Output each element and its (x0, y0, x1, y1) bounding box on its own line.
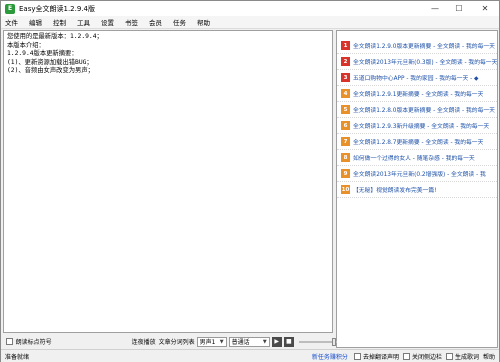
news-link[interactable]: 【无秘】视觉朗读发布完美一篇! (353, 185, 436, 194)
generate-lyrics-checkbox[interactable] (445, 352, 453, 360)
editor-line: 1.2.9.4版本更新摘要： (7, 50, 78, 57)
news-item[interactable]: 8 如何做一个过得的女人 - 随笔杂感 - 我的每一天 (337, 150, 497, 166)
play-button[interactable]: ▶ (271, 336, 282, 347)
news-item[interactable]: 9 全文朗读2013年元旦新(0.2增强版) - 全文朗读 - 我 (337, 166, 497, 182)
app-logo-icon: E (5, 3, 15, 14)
loop-play-label[interactable]: 连夜播放 (132, 337, 156, 346)
news-item[interactable]: 10 【无秘】视觉朗读发布完美一篇! (337, 182, 497, 198)
close-sidebar-checkbox[interactable] (402, 352, 410, 360)
maximize-button[interactable]: ☐ (447, 1, 471, 16)
news-item[interactable]: 3 五道口购物中心APP - 我的家园 - 我的每一天 - ◆ (337, 70, 497, 86)
editor-line: 您使用的是最新版本：1.2.9.4； (7, 33, 103, 40)
status-controls: 新任务赚积分 去掉翻译声明 关闭侧边栏 生成歌词 帮助 (312, 350, 497, 362)
editor-line: (1)、更新资源加载出错BUG； (7, 58, 93, 66)
word-split-label[interactable]: 文章分词列表 (159, 337, 195, 346)
menu-help[interactable]: 帮助 (197, 17, 210, 27)
close-button[interactable]: ✕ (471, 1, 499, 16)
window-controls: — ☐ ✕ (423, 1, 499, 16)
rank-badge: 4 (341, 89, 350, 98)
read-punctuation-checkbox[interactable] (6, 338, 13, 345)
news-link[interactable]: 全文朗读1.2.8.7更新摘要 - 全文朗读 - 我的每一天 (353, 137, 483, 146)
rank-badge: 1 (341, 41, 350, 50)
news-link[interactable]: 全文朗读1.2.8.0版本更新摘要 - 全文朗读 - 我的每一天 (353, 105, 495, 114)
remove-translation-checkbox[interactable] (353, 352, 361, 360)
playback-toolbar: 朗读标点符号 连夜播放 文章分词列表 男声1 ▼ 普通话 ▼ ▶ ■ (3, 335, 337, 348)
news-link[interactable]: 五道口购物中心APP - 我的家园 - 我的每一天 - ◆ (353, 73, 479, 82)
chevron-down-icon: ▼ (219, 338, 224, 345)
editor-line: 本版本介绍： (7, 41, 45, 49)
news-sidebar: 1 全文朗读1.2.9.0版本更新摘要 - 全文朗读 - 我的每一天 2 全文朗… (336, 30, 498, 348)
remove-translation-label: 去掉翻译声明 (362, 353, 399, 361)
generate-lyrics-label: 生成歌词 (454, 353, 479, 361)
menu-tasks[interactable]: 任务 (173, 17, 186, 27)
voice-select[interactable]: 男声1 ▼ (196, 336, 227, 347)
rank-badge: 2 (341, 57, 350, 66)
status-text: 准备就绪 (5, 353, 30, 361)
editor-line: (2)、音频由女声改变为男声； (7, 67, 94, 74)
earn-points-link[interactable]: 新任务赚积分 (312, 352, 348, 361)
app-window: E Easy全文朗读1.2.9.4版 — ☐ ✕ 文件 编辑 控制 工具 设置 … (0, 0, 500, 362)
voice-select-value: 男声1 (199, 339, 216, 346)
chevron-down-icon: ▼ (262, 338, 267, 345)
menu-edit[interactable]: 编辑 (29, 17, 42, 27)
menu-bar: 文件 编辑 控制 工具 设置 书签 会员 任务 帮助 (1, 16, 499, 29)
news-link[interactable]: 全文朗读2013年元旦新(0.3版) - 全文朗读 - 我的每一天 (353, 57, 497, 66)
status-bar: 准备就绪 新任务赚积分 去掉翻译声明 关闭侧边栏 生成歌词 帮助 (1, 349, 499, 362)
minimize-button[interactable]: — (423, 1, 447, 16)
news-item[interactable]: 1 全文朗读1.2.9.0版本更新摘要 - 全文朗读 - 我的每一天 (337, 38, 497, 54)
news-link[interactable]: 全文朗读1.2.9.1更新摘要 - 全文朗读 - 我的每一天 (353, 89, 483, 98)
menu-settings[interactable]: 设置 (101, 17, 114, 27)
slider-thumb[interactable] (331, 337, 336, 346)
help-link[interactable]: 帮助 (483, 352, 495, 361)
read-punctuation-label: 朗读标点符号 (15, 339, 52, 346)
window-title: Easy全文朗读1.2.9.4版 (19, 4, 95, 13)
title-bar[interactable]: E Easy全文朗读1.2.9.4版 — ☐ ✕ (1, 1, 499, 16)
rank-badge: 5 (341, 105, 350, 114)
stop-button[interactable]: ■ (283, 336, 294, 347)
dialect-select[interactable]: 普通话 ▼ (228, 336, 270, 347)
news-item[interactable]: 2 全文朗读2013年元旦新(0.3版) - 全文朗读 - 我的每一天 (337, 54, 497, 70)
menu-control[interactable]: 控制 (53, 17, 66, 27)
news-link[interactable]: 如何做一个过得的女人 - 随笔杂感 - 我的每一天 (353, 153, 475, 162)
dialect-select-value: 普通话 (231, 339, 250, 346)
news-item[interactable]: 5 全文朗读1.2.8.0版本更新摘要 - 全文朗读 - 我的每一天 (337, 102, 497, 118)
speed-slider[interactable] (298, 337, 337, 347)
menu-bookmarks[interactable]: 书签 (125, 17, 138, 27)
rank-badge: 6 (341, 121, 350, 130)
news-item[interactable]: 6 全文朗读1.2.9.3新升级摘要 - 全文朗读 - 我的每一天 (337, 118, 497, 134)
menu-member[interactable]: 会员 (149, 17, 162, 27)
rank-badge: 3 (341, 73, 350, 82)
close-sidebar-label: 关闭侧边栏 (411, 353, 442, 361)
rank-badge: 7 (341, 137, 350, 146)
rank-badge: 8 (341, 153, 350, 162)
menu-file[interactable]: 文件 (5, 17, 18, 27)
rank-badge: 9 (341, 169, 350, 178)
news-link[interactable]: 全文朗读1.2.9.3新升级摘要 - 全文朗读 - 我的每一天 (353, 121, 489, 130)
news-item[interactable]: 4 全文朗读1.2.9.1更新摘要 - 全文朗读 - 我的每一天 (337, 86, 497, 102)
news-item[interactable]: 7 全文朗读1.2.8.7更新摘要 - 全文朗读 - 我的每一天 (337, 134, 497, 150)
text-editor[interactable]: 您使用的是最新版本：1.2.9.4； 本版本介绍： 1.2.9.4版本更新摘要：… (3, 30, 333, 333)
news-link[interactable]: 全文朗读2013年元旦新(0.2增强版) - 全文朗读 - 我 (353, 169, 486, 178)
news-link[interactable]: 全文朗读1.2.9.0版本更新摘要 - 全文朗读 - 我的每一天 (353, 41, 495, 50)
rank-badge: 10 (341, 185, 350, 194)
menu-tools[interactable]: 工具 (77, 17, 90, 27)
